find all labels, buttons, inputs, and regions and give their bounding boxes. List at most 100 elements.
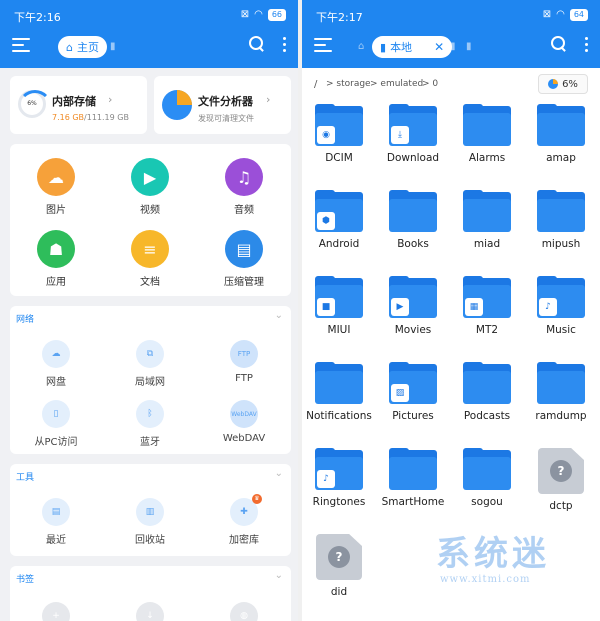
menu-icon[interactable] [12, 38, 30, 52]
search-icon[interactable] [249, 36, 265, 52]
folder-icon [463, 362, 511, 404]
file-name: Music [546, 324, 576, 336]
home-tab-icon[interactable]: ⌂ [358, 41, 364, 52]
section-item-label: 加密库 [229, 535, 259, 546]
category-android[interactable]: ☗ 应用 [16, 230, 96, 288]
file-item-smarthome[interactable]: SmartHome [376, 448, 450, 508]
file-item-alarms[interactable]: Alarms [450, 104, 524, 164]
tab-home[interactable]: ⌂ 主页 [58, 36, 107, 58]
file-name: Notifications [306, 410, 372, 422]
add-bookmark-button[interactable]: + [16, 602, 96, 621]
category-music[interactable]: ♫ 音频 [204, 158, 284, 216]
category-video[interactable]: ▶ 视频 [110, 158, 190, 216]
network-item-lan[interactable]: ⧉ 局域网 [110, 340, 190, 388]
file-item-miui[interactable]: ■ MIUI [302, 276, 376, 336]
ftp-glyph: FTP [237, 350, 251, 358]
chevron-down-icon[interactable]: ⌄ [275, 310, 283, 321]
storage-used: 7.16 GB [52, 113, 85, 122]
wifi-icon: ◠ [556, 9, 565, 20]
file-item-ramdump[interactable]: ramdump [524, 362, 598, 422]
download-bookmark[interactable]: ↓ [110, 602, 190, 621]
storage-usage-badge[interactable]: 6% [538, 74, 588, 94]
file-item-android[interactable]: ⬢ Android [302, 190, 376, 250]
category-image[interactable]: ☁ 图片 [16, 158, 96, 216]
internal-storage-card[interactable]: 6% 内部存储 › 7.16 GB/111.19 GB [10, 76, 147, 134]
network-item-pc-access[interactable]: ▯ 从PC访问 [16, 400, 96, 448]
breadcrumb-storage[interactable]: > storage [326, 79, 371, 89]
folder-icon: ▦ [463, 276, 511, 318]
file-item-ringtones[interactable]: ♪ Ringtones [302, 448, 376, 508]
file-item-movies[interactable]: ▶ Movies [376, 276, 450, 336]
file-item-amap[interactable]: amap [524, 104, 598, 164]
file-name: dctp [549, 500, 573, 512]
bookmarks-section: 书签 ⌄ + ↓ ◍ [10, 566, 291, 621]
folder-icon: ◉ [315, 104, 363, 146]
analyzer-subtitle: 发现可清理文件 [198, 114, 254, 123]
pie-chart-icon [548, 79, 559, 89]
battery-icon: 64 [569, 9, 588, 21]
chevron-down-icon[interactable]: ⌄ [275, 570, 283, 581]
file-item-did[interactable]: ? did [302, 534, 376, 598]
more-options-icon[interactable] [283, 36, 286, 52]
tab-ghost-icon[interactable]: ▮ [466, 41, 472, 52]
file-item-books[interactable]: Books [376, 190, 450, 250]
file-item-pictures[interactable]: ▨ Pictures [376, 362, 450, 422]
tab-local-label: 本地 [390, 41, 413, 54]
download-icon: ↓ [136, 602, 164, 621]
cloud-icon: ☁ [42, 340, 70, 368]
category-label: 图片 [46, 205, 66, 216]
storage-total: /111.19 GB [84, 113, 129, 122]
tools-item-recycle-bin[interactable]: ▥ 回收站 [110, 498, 190, 546]
battery-icon: 66 [267, 9, 286, 21]
category-document[interactable]: ≡ 文档 [110, 230, 190, 288]
file-item-mipush[interactable]: mipush [524, 190, 598, 250]
network-item-webdav[interactable]: WebDAV WebDAV [204, 400, 284, 444]
tab-ghost-icon[interactable]: ▮ [450, 41, 456, 52]
folder-icon [463, 448, 511, 490]
file-item-miad[interactable]: miad [450, 190, 524, 250]
add-icon: + [42, 602, 70, 621]
storage-title: 内部存储 [52, 95, 96, 108]
file-name: Ringtones [312, 496, 366, 508]
document-icon: ≡ [131, 230, 169, 268]
network-item-bluetooth[interactable]: ᛒ 蓝牙 [110, 400, 190, 448]
file-item-mt2[interactable]: ▦ MT2 [450, 276, 524, 336]
more-options-icon[interactable] [585, 36, 588, 52]
menu-icon[interactable] [314, 38, 332, 52]
category-archive[interactable]: ▤ 压缩管理 [204, 230, 284, 288]
tab-local[interactable]: ▮ 本地 ✕ [372, 36, 453, 58]
file-item-notifications[interactable]: Notifications [302, 362, 376, 422]
local-files-screen: 下午2:17 ⊠ ◠ 64 ⌂ ▮ 本地 ✕ ▮ ▮ / > storage >… [302, 0, 600, 621]
breadcrumb-root[interactable]: / [314, 79, 317, 90]
mute-icon: ⊠ [542, 9, 552, 20]
file-name: MIUI [327, 324, 351, 336]
network-item-ftp[interactable]: FTP FTP [204, 340, 284, 384]
folder-icon: ■ [315, 276, 363, 318]
recycle-bin-icon: ▥ [136, 498, 164, 526]
file-item-sogou[interactable]: sogou [450, 448, 524, 508]
section-item-label: 蓝牙 [140, 437, 160, 448]
file-item-music[interactable]: ♪ Music [524, 276, 598, 336]
file-analyzer-card[interactable]: 文件分析器 › 发现可清理文件 [154, 76, 291, 134]
image-icon: ☁ [37, 158, 75, 196]
tools-item-recent[interactable]: ▤ 最近 [16, 498, 96, 546]
ftp-icon: FTP [230, 340, 258, 368]
file-item-podcasts[interactable]: Podcasts [450, 362, 524, 422]
breadcrumb-emulated[interactable]: > emulated [370, 79, 423, 89]
network-item-cloud[interactable]: ☁ 网盘 [16, 340, 96, 388]
file-name: Download [386, 152, 440, 164]
file-item-dctp[interactable]: ? dctp [524, 448, 598, 512]
tab-ghost-icon[interactable]: ▮ [110, 41, 116, 52]
tools-item-vault[interactable]: ✚ ♛ 加密库 [204, 494, 284, 546]
search-icon[interactable] [551, 36, 567, 52]
analyzer-title: 文件分析器 [198, 95, 253, 108]
chevron-down-icon[interactable]: ⌄ [275, 468, 283, 479]
web-bookmark[interactable]: ◍ [204, 602, 284, 621]
usage-percent: 6% [562, 78, 578, 90]
file-item-download[interactable]: ⤓ Download [376, 104, 450, 164]
note-icon: ♪ [539, 298, 557, 316]
file-item-dcim[interactable]: ◉ DCIM [302, 104, 376, 164]
folder-icon [463, 190, 511, 232]
close-tab-icon[interactable]: ✕ [434, 40, 444, 54]
breadcrumb-0[interactable]: > 0 [422, 79, 438, 89]
